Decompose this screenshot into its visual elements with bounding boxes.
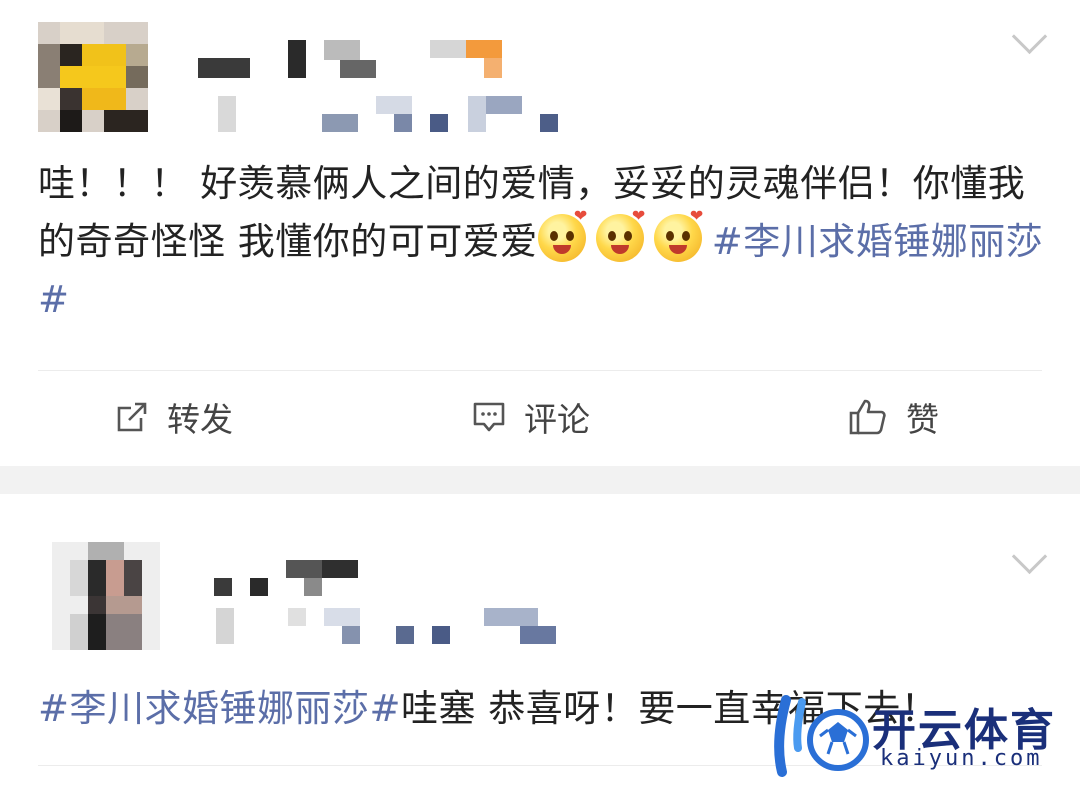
repost-label: 转发	[167, 400, 233, 439]
repost-icon	[117, 402, 147, 432]
comment-button[interactable]: 评论	[472, 395, 590, 439]
username-blurred[interactable]	[214, 556, 364, 596]
kaiyun-logo-icon	[774, 695, 869, 777]
avatar-pixel	[126, 66, 148, 88]
thumbs-up-icon	[849, 399, 886, 435]
post-meta-blurred	[218, 96, 558, 132]
username-blurred[interactable]	[198, 40, 508, 80]
avatar-pixel	[60, 88, 82, 110]
chevron-down-icon[interactable]	[1011, 18, 1048, 55]
watermark: 开云体育 kaiyun.com	[772, 690, 1062, 780]
avatar-pixel	[88, 542, 124, 560]
avatar-pixel	[60, 66, 126, 88]
comment-label: 评论	[524, 400, 590, 439]
avatar-pixel	[106, 614, 142, 650]
avatar-pixel	[106, 560, 124, 596]
avatar[interactable]	[52, 542, 160, 650]
chevron-down-icon[interactable]	[1011, 538, 1048, 575]
avatar-pixel	[126, 44, 148, 66]
hashtag-link[interactable]: #李川求婚锤娜丽莎#	[38, 687, 401, 730]
avatar-pixel	[60, 44, 82, 66]
like-label: 赞	[906, 400, 939, 439]
avatar-pixel	[88, 560, 106, 596]
avatar-pixel	[38, 88, 60, 110]
heart-eyes-emoji: ❤	[595, 208, 645, 262]
avatar-pixel	[104, 110, 148, 132]
avatar-pixel	[60, 22, 104, 44]
feed-separator	[0, 466, 1080, 494]
avatar-pixel	[82, 88, 126, 110]
post-card: 哇！！！ 好羡慕俩人之间的爱情，妥妥的灵魂伴侣！你懂我的奇奇怪怪 我懂你的可可爱…	[0, 0, 1080, 466]
avatar[interactable]	[38, 22, 148, 132]
watermark-url: kaiyun.com	[880, 746, 1043, 771]
like-button[interactable]: 赞	[848, 395, 939, 439]
avatar-pixel	[88, 596, 106, 614]
repost-button[interactable]: 转发	[115, 395, 233, 439]
avatar-pixel	[88, 614, 106, 650]
avatar-pixel	[70, 560, 88, 596]
avatar-pixel	[38, 44, 60, 88]
avatar-pixel	[124, 560, 142, 596]
post-meta-blurred	[216, 608, 556, 644]
heart-eyes-emoji: ❤	[537, 208, 587, 262]
avatar-pixel	[70, 614, 88, 650]
avatar-pixel	[60, 110, 82, 132]
heart-eyes-emoji: ❤	[653, 208, 703, 262]
divider	[38, 370, 1042, 371]
avatar-pixel	[106, 596, 142, 614]
avatar-pixel	[82, 44, 126, 66]
comment-icon	[473, 402, 505, 432]
post-text: 哇！！！ 好羡慕俩人之间的爱情，妥妥的灵魂伴侣！你懂我的奇奇怪怪 我懂你的可可爱…	[38, 155, 1048, 329]
